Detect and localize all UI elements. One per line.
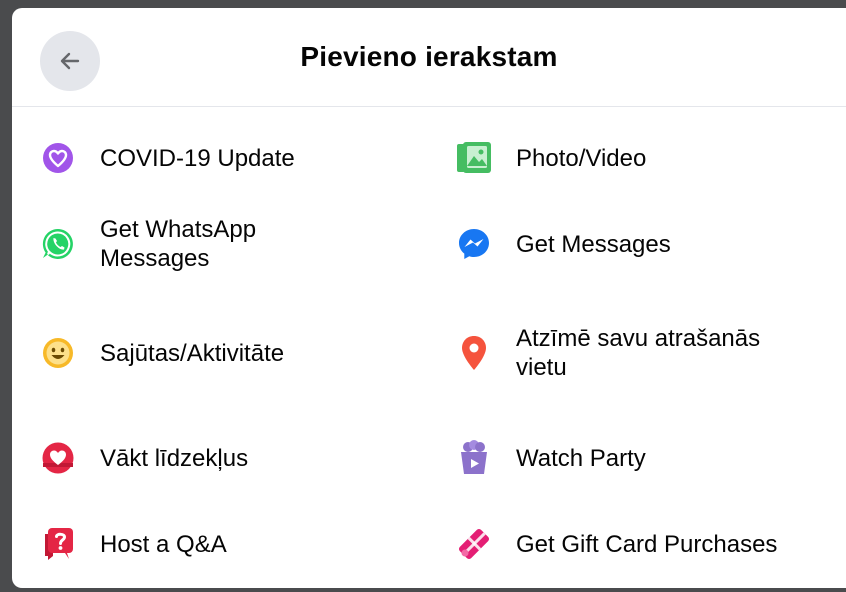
fundraiser-heart-icon [40,440,76,476]
messenger-icon [456,226,492,262]
gift-card-icon [456,526,492,562]
whatsapp-icon [40,226,76,262]
add-to-post-dialog: Pievieno ierakstam COVID-19 Update Photo… [12,8,846,588]
option-feeling-activity[interactable]: Sajūtas/Aktivitāte [40,318,420,388]
option-label: Watch Party [516,444,646,472]
dialog-title: Pievieno ierakstam [300,41,558,72]
option-fundraiser[interactable]: Vākt līdzekļus [40,423,420,493]
photo-video-icon [456,140,492,176]
option-watch-party[interactable]: Watch Party [456,423,846,493]
dialog-header: Pievieno ierakstam [12,8,846,107]
option-label: COVID-19 Update [100,144,295,172]
location-pin-icon [456,335,492,371]
option-check-in[interactable]: Atzīmē savu atrašanās vietu [456,318,846,388]
option-whatsapp[interactable]: Get WhatsApp Messages [40,209,420,279]
option-host-qa[interactable]: Host a Q&A [40,509,420,579]
qa-icon [40,526,76,562]
option-label: Photo/Video [516,144,647,172]
option-gift-card[interactable]: Get Gift Card Purchases [456,509,846,579]
option-label: Get Gift Card Purchases [516,530,778,558]
option-photo-video[interactable]: Photo/Video [456,123,846,193]
smiley-icon [40,335,76,371]
option-label: Sajūtas/Aktivitāte [100,339,285,367]
option-label: Vākt līdzekļus [100,444,249,472]
option-covid-update[interactable]: COVID-19 Update [40,123,420,193]
watch-party-icon [456,440,492,476]
option-get-messages[interactable]: Get Messages [456,209,846,279]
add-to-post-options: COVID-19 Update Photo/Video Get WhatsApp… [12,107,846,588]
option-label: Get WhatsApp Messages [100,216,257,272]
covid-heart-icon [40,140,76,176]
option-label: Atzīmē savu atrašanās vietu [516,325,761,381]
option-label: Host a Q&A [100,530,227,558]
option-label: Get Messages [516,230,671,258]
